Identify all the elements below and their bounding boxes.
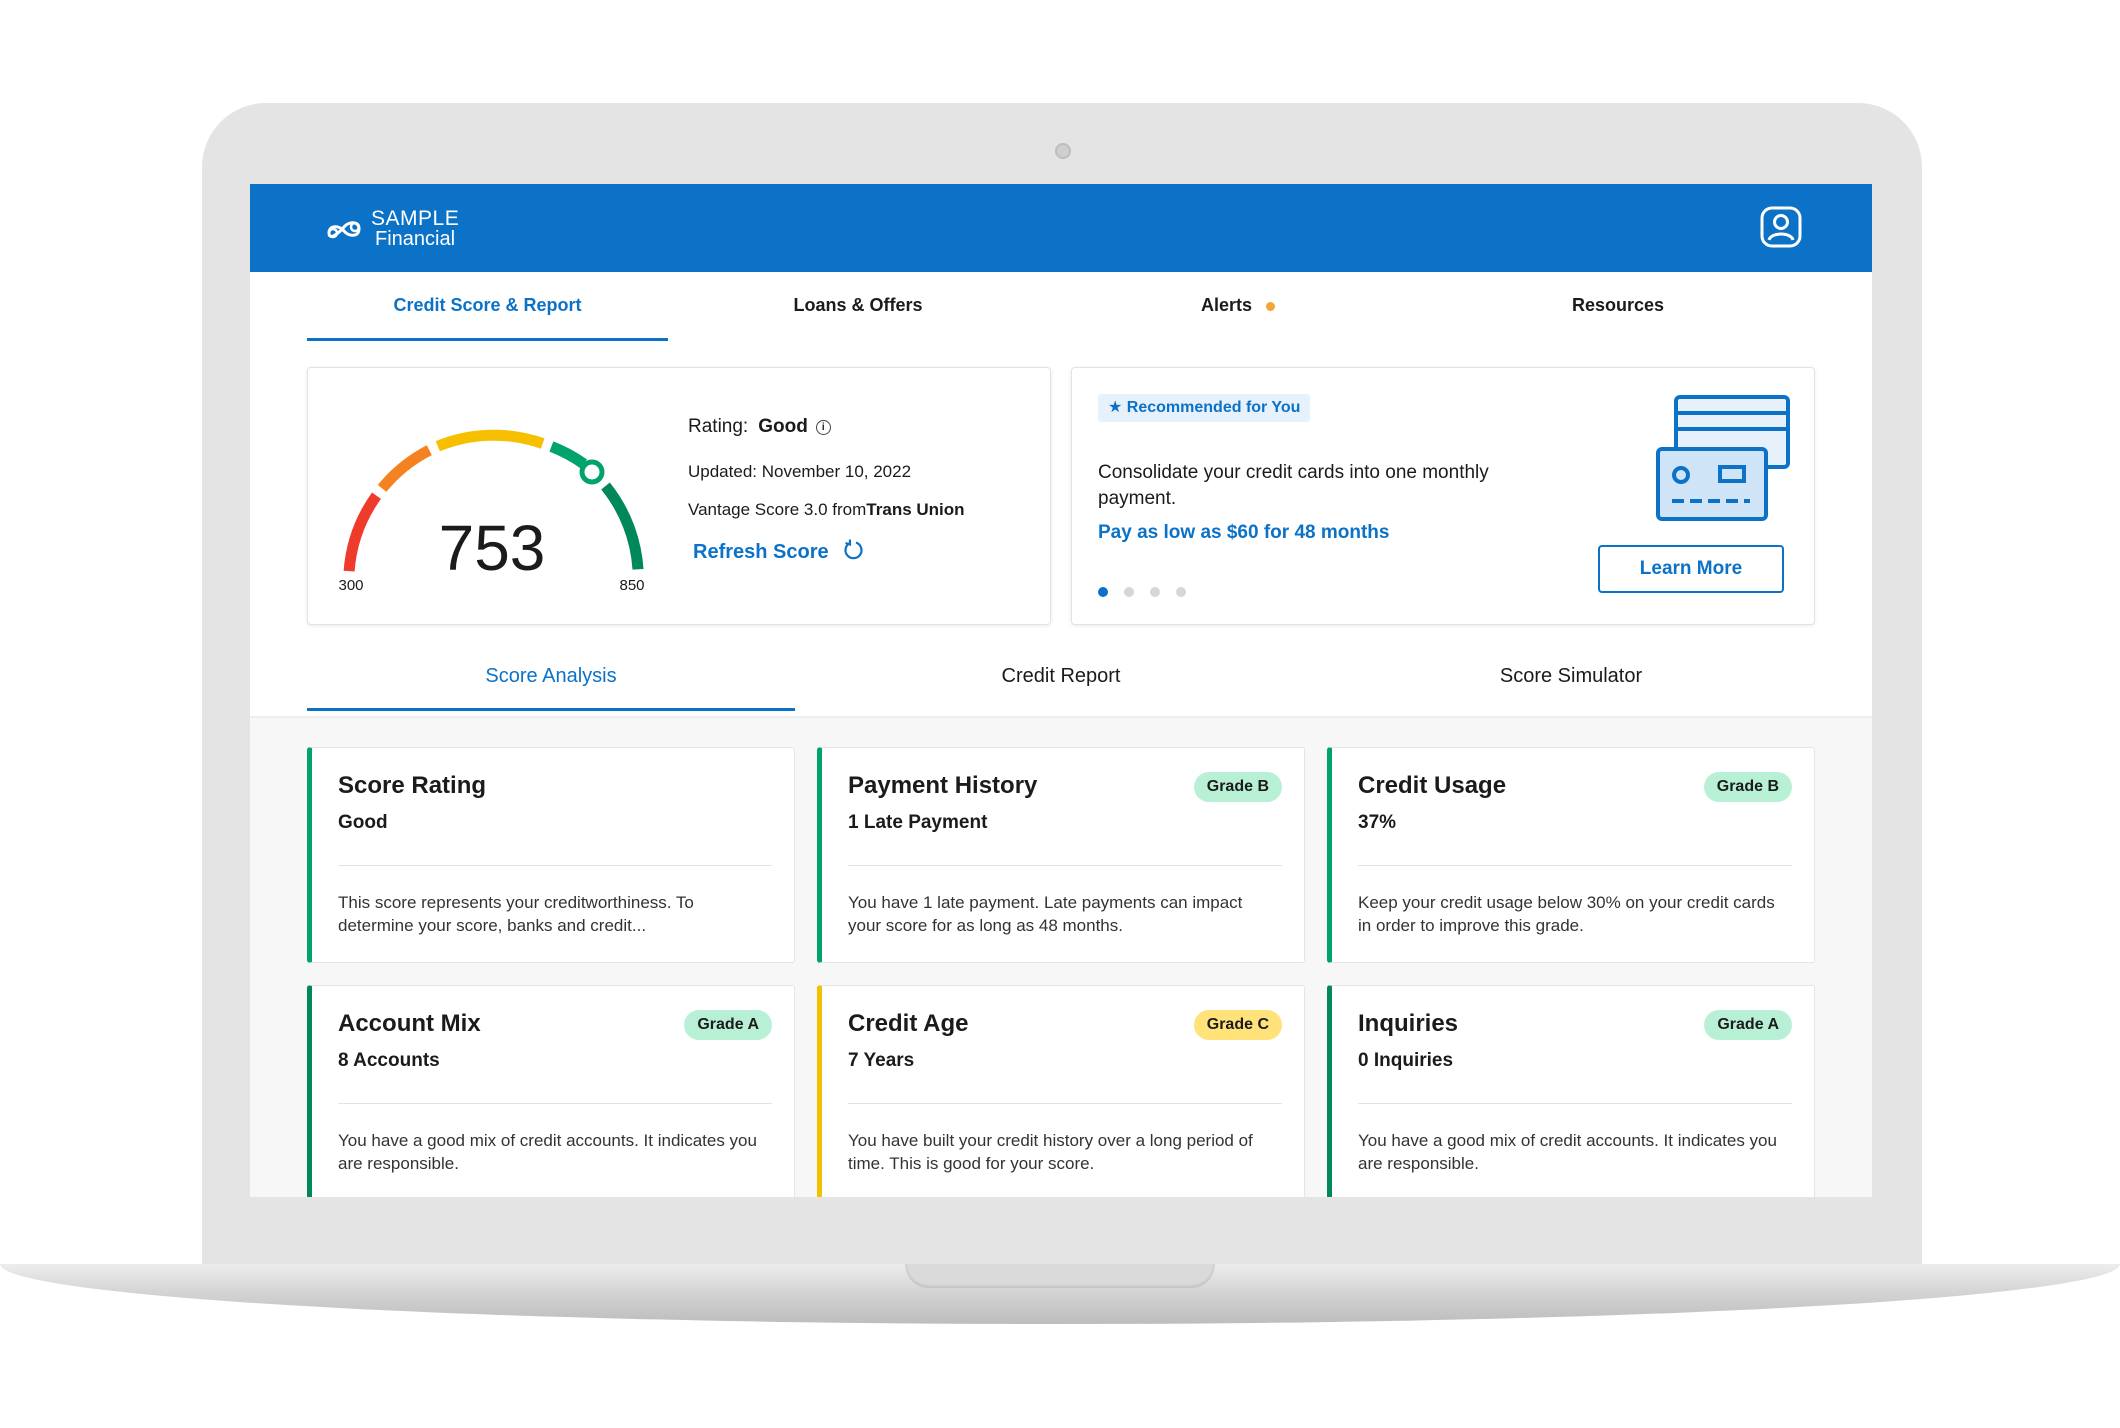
metric-divider	[848, 865, 1282, 866]
brand-logo[interactable]: SAMPLE Financial	[323, 208, 459, 250]
tab-credit-report[interactable]: Credit Report	[817, 644, 1305, 708]
metric-description: This score represents your creditworthin…	[338, 893, 694, 935]
metric-value: 1 Late Payment	[848, 812, 988, 833]
nav-tab-alerts[interactable]: Alerts	[1048, 272, 1428, 338]
metric-title: Payment History	[848, 772, 1038, 799]
carousel-dot-4[interactable]	[1176, 587, 1186, 597]
rating-label: Rating:	[688, 416, 749, 437]
gauge-segment-yellow	[435, 429, 545, 452]
app-screen: SAMPLE Financial Credit Score & Report L…	[250, 184, 1872, 1197]
recommended-badge-label: Recommended for You	[1126, 399, 1301, 416]
metric-value: Good	[338, 812, 388, 833]
metric-card-inquiries[interactable]: Inquiries Grade A 0 Inquiries You have a…	[1327, 985, 1815, 1197]
score-source-prefix: Vantage Score 3.0 from	[688, 500, 867, 519]
gauge-segment-green	[549, 441, 587, 469]
metric-value: 37%	[1358, 812, 1397, 833]
alert-indicator-dot	[1266, 301, 1276, 311]
grade-badge: Grade A	[684, 1010, 772, 1040]
carousel-dot-2[interactable]	[1124, 587, 1134, 597]
rating-line: Rating: Good i	[688, 416, 831, 438]
refresh-icon	[844, 539, 863, 560]
metric-title: Inquiries	[1358, 1010, 1459, 1037]
gauge-segment-orange	[377, 445, 432, 492]
star-icon: ★	[1108, 399, 1123, 416]
promo-text: Consolidate your credit cards into one m…	[1098, 462, 1489, 509]
metric-divider	[848, 1103, 1282, 1104]
metric-card-score-rating[interactable]: Score Rating Good This score represents …	[307, 747, 795, 963]
carousel-dots	[1098, 587, 1186, 597]
score-value: 753	[439, 512, 546, 584]
metric-divider	[338, 865, 772, 866]
credit-score-card: 753 300 850 Rating: Good i Updated: Novemb…	[307, 367, 1051, 625]
grade-badge: Grade B	[1193, 772, 1282, 802]
metric-description: You have a good mix of credit accounts. …	[1358, 1131, 1777, 1173]
brand-name: SAMPLE	[371, 207, 460, 230]
metric-title: Account Mix	[338, 1010, 481, 1037]
learn-more-button[interactable]: Learn More	[1598, 545, 1784, 593]
metric-title: Credit Usage	[1358, 772, 1507, 799]
score-source: Vantage Score 3.0 fromTrans Union	[688, 500, 965, 520]
score-max-label: 850	[619, 577, 644, 594]
grade-badge: Grade C	[1193, 1010, 1282, 1040]
infinity-logo-icon	[327, 221, 361, 239]
metric-title: Score Rating	[338, 772, 487, 799]
user-profile-icon[interactable]	[1759, 205, 1803, 249]
main-nav: Credit Score & Report Loans & Offers Ale…	[250, 272, 1872, 342]
nav-tab-credit-score[interactable]: Credit Score & Report	[307, 272, 668, 341]
refresh-score-link[interactable]: Refresh Score	[693, 539, 864, 564]
metric-title: Credit Age	[848, 1010, 969, 1037]
metric-card-payment-history[interactable]: Payment History Grade B 1 Late Payment Y…	[817, 747, 1305, 963]
score-min-label: 300	[338, 577, 363, 594]
metric-description: You have built your credit history over …	[848, 1131, 1253, 1173]
metric-card-credit-age[interactable]: Credit Age Grade C 7 Years You have buil…	[817, 985, 1305, 1197]
metric-value: 8 Accounts	[338, 1050, 440, 1071]
promo-offer-link[interactable]: Pay as low as $60 for 48 months	[1098, 522, 1389, 544]
laptop-base-notch	[905, 1264, 1215, 1288]
metric-description: You have 1 late payment. Late payments c…	[848, 893, 1243, 935]
metric-divider	[338, 1103, 772, 1104]
metric-value: 7 Years	[848, 1050, 915, 1071]
credit-card-illustration	[1656, 395, 1790, 521]
metric-description: Keep your credit usage below 30% on your…	[1358, 893, 1775, 935]
app-header: SAMPLE Financial	[250, 184, 1872, 272]
tab-score-analysis[interactable]: Score Analysis	[307, 644, 795, 711]
nav-tab-resources[interactable]: Resources	[1428, 272, 1808, 338]
brand-subname: Financial	[375, 228, 456, 250]
webcam	[1055, 143, 1071, 159]
info-icon[interactable]: i	[815, 420, 831, 435]
grade-badge: Grade A	[1704, 1010, 1792, 1040]
carousel-dot-1[interactable]	[1098, 587, 1108, 597]
metric-card-account-mix[interactable]: Account Mix Grade A 8 Accounts You have …	[307, 985, 795, 1197]
recommended-badge: ★ Recommended for You	[1098, 394, 1311, 422]
score-source-bureau: Trans Union	[866, 500, 965, 519]
analysis-tabs: Score Analysis Credit Report Score Simul…	[250, 644, 1872, 718]
rating-value: Good	[758, 416, 808, 437]
score-gauge: 753 300 850	[338, 429, 645, 594]
nav-tab-loans-offers[interactable]: Loans & Offers	[668, 272, 1048, 338]
gauge-marker	[579, 459, 605, 485]
tab-score-simulator[interactable]: Score Simulator	[1327, 644, 1815, 708]
carousel-dot-3[interactable]	[1150, 587, 1160, 597]
grade-badge: Grade B	[1703, 772, 1792, 802]
gauge-segment-darkgreen	[601, 482, 644, 570]
metric-divider	[1358, 1103, 1792, 1104]
updated-date: Updated: November 10, 2022	[688, 462, 912, 481]
refresh-score-label: Refresh Score	[693, 541, 829, 563]
gauge-segment-red	[343, 492, 382, 572]
nav-tab-alerts-label: Alerts	[1200, 295, 1253, 315]
metric-card-credit-usage[interactable]: Credit Usage Grade B 37% Keep your credi…	[1327, 747, 1815, 963]
metric-description: You have a good mix of credit accounts. …	[338, 1131, 757, 1173]
metric-value: 0 Inquiries	[1358, 1050, 1454, 1071]
metric-divider	[1358, 865, 1792, 866]
recommendation-card: ★ Recommended for You Consolidate your c…	[1071, 367, 1815, 625]
